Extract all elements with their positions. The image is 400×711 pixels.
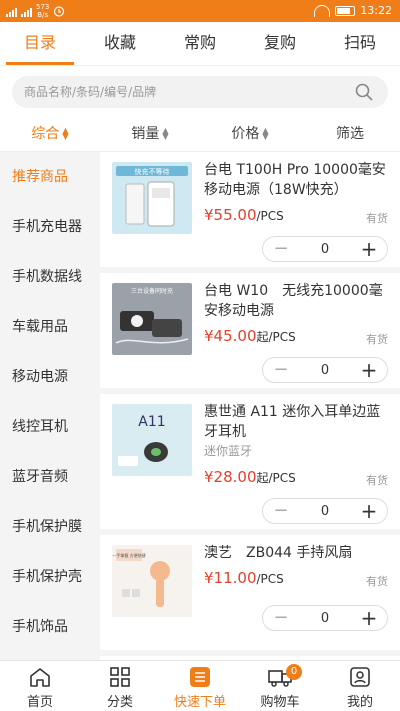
category-item[interactable]: 推荐商品 — [0, 152, 100, 202]
decrease-button[interactable]: − — [263, 237, 299, 261]
sort-bar: 综合 ▲ ▼ 销量 ▲ ▼ 价格 ▲ ▼ 筛选 — [0, 118, 400, 152]
product-price: ¥55.00/PCS — [204, 206, 284, 224]
sort-arrows-icon: ▲ ▼ — [62, 126, 69, 141]
product-variant: 迷你蓝牙 — [204, 444, 253, 458]
top-tabs: 目录 收藏 常购 复购 扫码 — [0, 22, 400, 66]
stock-status: 有货 — [366, 333, 388, 346]
category-sidebar: 推荐商品 手机充电器 手机数据线 车载用品 移动电源 线控耳机 蓝牙音频 手机保… — [0, 152, 100, 660]
quantity-stepper: − 0 + — [262, 357, 388, 383]
category-item[interactable]: 蓝牙音频 — [0, 452, 100, 502]
tab-repurchase[interactable]: 复购 — [240, 22, 320, 65]
search-bar — [0, 66, 400, 118]
grid-icon — [110, 667, 130, 687]
search-icon[interactable] — [354, 82, 374, 102]
increase-button[interactable]: + — [351, 237, 387, 261]
decrease-button[interactable]: − — [263, 499, 299, 523]
stock-status: 有货 — [366, 474, 388, 487]
tab-frequent[interactable]: 常购 — [160, 22, 240, 65]
increase-button[interactable]: + — [351, 358, 387, 382]
nav-mine[interactable]: 我的 — [320, 661, 400, 711]
image-caption: 快充不等待 — [135, 167, 170, 176]
nav-home[interactable]: 首页 — [0, 661, 80, 711]
product-image[interactable]: A11 — [112, 404, 192, 476]
category-item[interactable]: 手机保护壳 — [0, 552, 100, 602]
category-item[interactable]: 手机饰品 — [0, 602, 100, 652]
quantity-value[interactable]: 0 — [299, 611, 351, 626]
quantity-value[interactable]: 0 — [299, 363, 351, 378]
sort-comprehensive[interactable]: 综合 ▲ ▼ — [0, 118, 100, 151]
signal-icon-2 — [21, 6, 32, 17]
product-card[interactable]: 三台设备同时充 台电 W10 无线充10000毫安移动电源 ¥45.00起/PC… — [100, 273, 400, 394]
nav-category[interactable]: 分类 — [80, 661, 160, 711]
search-box — [12, 76, 388, 108]
quantity-value[interactable]: 0 — [299, 504, 351, 519]
image-caption: A11 — [138, 414, 165, 430]
speedometer-icon — [314, 4, 331, 17]
clock: 13:22 — [360, 4, 392, 17]
product-image[interactable]: 快充不等待 — [112, 162, 192, 234]
profile-icon — [350, 667, 370, 687]
battery-icon — [335, 5, 356, 16]
image-caption: 三台设备同时充 — [131, 287, 173, 295]
decrease-button[interactable]: − — [263, 606, 299, 630]
product-card[interactable]: A11 惠世通 A11 迷你入耳单边蓝牙耳机 迷你蓝牙 ¥28.00起/PCS … — [100, 394, 400, 535]
increase-button[interactable]: + — [351, 499, 387, 523]
tab-catalog[interactable]: 目录 — [0, 22, 80, 65]
network-speed: 573 B/s — [36, 3, 50, 19]
product-name[interactable]: 澳艺 ZB044 手持风扇 — [204, 543, 390, 563]
sort-price[interactable]: 价格 ▲ ▼ — [200, 118, 300, 151]
quantity-value[interactable]: 0 — [299, 242, 351, 257]
category-item[interactable]: 手机数据线 — [0, 252, 100, 302]
product-price: ¥28.00起/PCS — [204, 468, 296, 486]
category-item[interactable]: 手机充电器 — [0, 202, 100, 252]
product-name[interactable]: 台电 T100H Pro 10000毫安移动电源（18W快充） — [204, 160, 390, 200]
quantity-stepper: − 0 + — [262, 605, 388, 631]
quantity-stepper: − 0 + — [262, 236, 388, 262]
nav-cart[interactable]: 0 购物车 — [240, 661, 320, 711]
increase-button[interactable]: + — [351, 606, 387, 630]
category-item[interactable]: 移动电源 — [0, 352, 100, 402]
stock-status: 有货 — [366, 575, 388, 588]
tab-scan[interactable]: 扫码 — [320, 22, 400, 65]
decrease-button[interactable]: − — [263, 358, 299, 382]
image-caption: 一手掌握 方便快捷 — [112, 552, 145, 558]
signal-icon — [6, 6, 17, 17]
home-icon — [30, 668, 50, 687]
product-price: ¥11.00/PCS — [204, 569, 284, 587]
search-input[interactable] — [12, 76, 342, 108]
category-item[interactable]: 手机保护膜 — [0, 502, 100, 552]
sort-sales[interactable]: 销量 ▲ ▼ — [100, 118, 200, 151]
bottom-nav: 首页 分类 快速下单 0 购物车 我的 — [0, 660, 400, 711]
category-item[interactable]: 线控耳机 — [0, 402, 100, 452]
product-card[interactable]: 快充不等待 台电 T100H Pro 10000毫安移动电源（18W快充） ¥5… — [100, 152, 400, 273]
sort-arrows-icon: ▲ ▼ — [262, 126, 269, 141]
product-name[interactable]: 惠世通 A11 迷你入耳单边蓝牙耳机 — [204, 402, 390, 442]
product-price: ¥45.00起/PCS — [204, 327, 296, 345]
status-bar: 573 B/s 13:22 — [0, 0, 400, 22]
product-image[interactable]: 三台设备同时充 — [112, 283, 192, 355]
stock-status: 有货 — [366, 212, 388, 225]
nav-quick-order[interactable]: 快速下单 — [160, 661, 240, 711]
list-icon — [190, 667, 210, 687]
alarm-icon — [54, 6, 65, 17]
sort-arrows-icon: ▲ ▼ — [162, 126, 169, 141]
cart-badge: 0 — [286, 664, 302, 680]
quantity-stepper: − 0 + — [262, 498, 388, 524]
product-name[interactable]: 台电 W10 无线充10000毫安移动电源 — [204, 281, 390, 321]
sort-filter[interactable]: 筛选 — [300, 118, 400, 151]
tab-favorites[interactable]: 收藏 — [80, 22, 160, 65]
product-card[interactable]: 一手掌握 方便快捷 澳艺 ZB044 手持风扇 ¥11.00/PCS 有货 − … — [100, 535, 400, 656]
category-item[interactable]: 车载用品 — [0, 302, 100, 352]
product-list: 快充不等待 台电 T100H Pro 10000毫安移动电源（18W快充） ¥5… — [100, 152, 400, 660]
product-image[interactable]: 一手掌握 方便快捷 — [112, 545, 192, 617]
